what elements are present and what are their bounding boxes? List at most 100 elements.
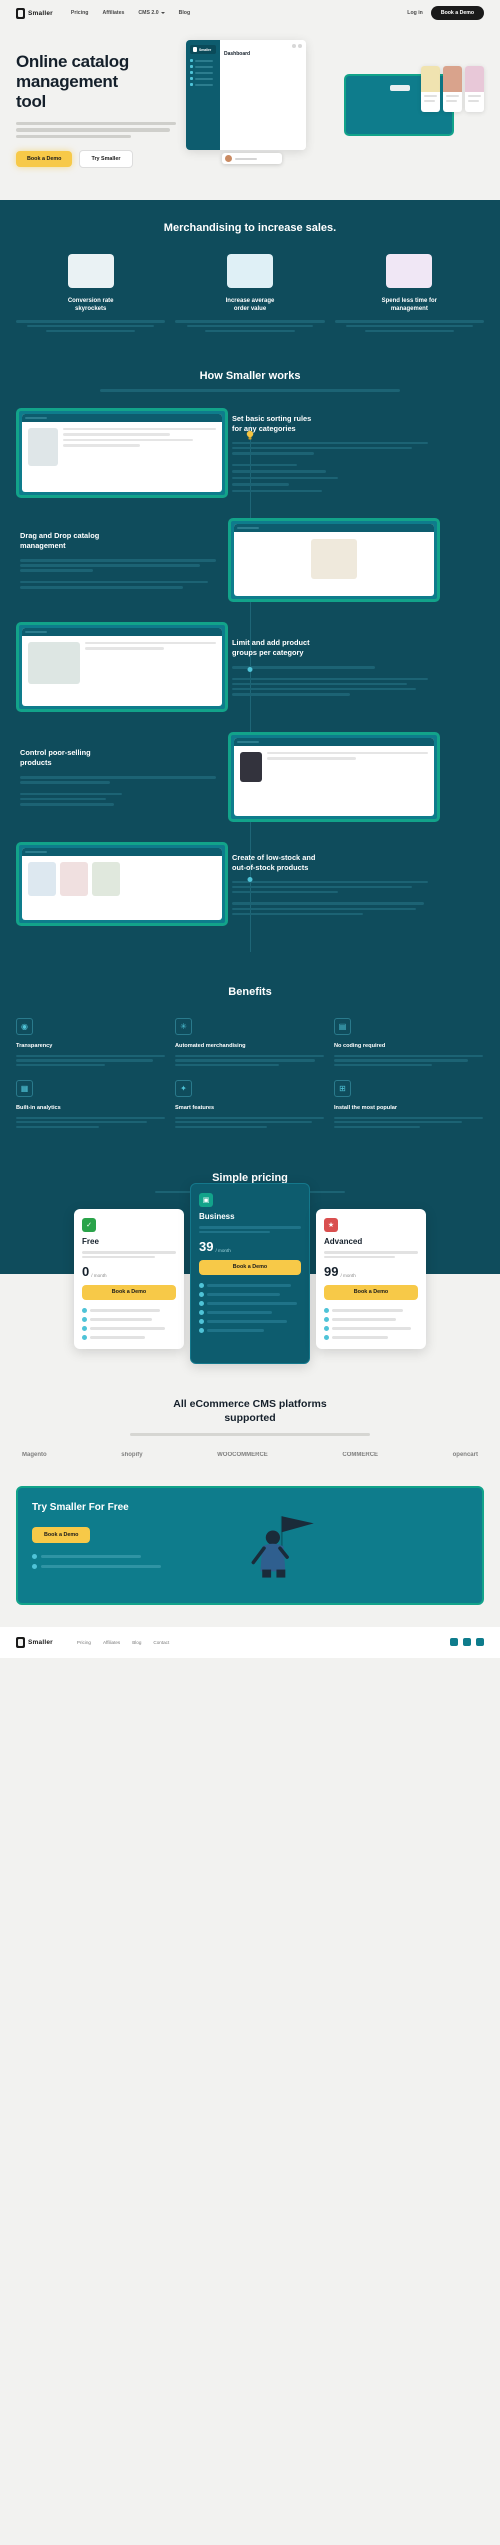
text-placeholder-line <box>195 83 213 86</box>
text-placeholder-line <box>20 569 94 572</box>
footer: Smaller Pricing Affiliates Blog Contact <box>0 1626 500 1658</box>
magento-logo: Magento <box>22 1451 47 1458</box>
benefit-card: ✳ Automated merchandising <box>174 1017 324 1066</box>
step-title: Set basic sorting rules for any categorie… <box>232 413 312 433</box>
screenshot-frame <box>16 407 228 498</box>
nav-dot-icon <box>190 83 193 86</box>
text-placeholder-line <box>237 526 259 529</box>
text-placeholder-line <box>232 476 339 480</box>
nav-link-blog[interactable]: Blog <box>179 10 191 16</box>
linkedin-icon[interactable] <box>450 1638 458 1647</box>
text-placeholder-line <box>235 157 257 160</box>
footer-brand-name: Smaller <box>28 1638 53 1646</box>
nav-link-pricing[interactable]: Pricing <box>71 10 89 16</box>
cta-book-demo-button[interactable]: Book a Demo <box>32 1526 91 1543</box>
step-title: Create of low-stock and out-of-stock prod… <box>232 852 316 872</box>
screenshot-body <box>22 636 222 690</box>
how-it-works-section: How Smaller works Set basic sorting rule… <box>0 362 500 976</box>
text-placeholder-line <box>232 452 314 455</box>
benefit-description <box>174 1054 324 1066</box>
plan-price: 39/ month <box>199 1240 301 1253</box>
footer-link-blog[interactable]: Blog <box>132 1640 141 1645</box>
plug-icon: ⊞ <box>333 1079 351 1097</box>
text-placeholder-line <box>16 134 132 138</box>
text-placeholder-line <box>90 1309 160 1312</box>
text-placeholder-line <box>85 641 216 645</box>
mockup-user-card <box>222 153 282 164</box>
facebook-icon[interactable] <box>463 1638 471 1647</box>
twitter-icon[interactable] <box>476 1638 484 1647</box>
check-icon <box>199 1327 204 1333</box>
nav-link-affiliates[interactable]: Affiliates <box>102 10 124 16</box>
text-placeholder-line <box>16 1116 165 1120</box>
plan-cta-button[interactable]: Book a Demo <box>324 1284 418 1300</box>
text-placeholder-line <box>186 325 314 328</box>
text-placeholder-line <box>267 751 428 755</box>
brand-logo[interactable]: Smaller <box>16 7 53 19</box>
text-placeholder-line <box>63 427 216 431</box>
text-placeholder-line <box>90 1327 166 1330</box>
text-placeholder-line <box>232 693 351 696</box>
book-demo-button[interactable]: Book a Demo <box>430 6 484 20</box>
plan-cta-button[interactable]: Book a Demo <box>82 1284 176 1300</box>
text-placeholder-line <box>332 1336 389 1339</box>
check-icon <box>82 1325 87 1331</box>
pricing-heading: Simple pricing <box>212 1171 288 1184</box>
hero-try-smaller-button[interactable]: Try Smaller <box>79 149 133 168</box>
nav-dot-icon <box>190 65 193 68</box>
plan-price: 0/ month <box>82 1265 176 1278</box>
footer-link-affiliates[interactable]: Affiliates <box>103 1640 120 1645</box>
advanced-plan-icon: ★ <box>324 1218 338 1233</box>
footer-link-contact[interactable]: Contact <box>153 1640 169 1645</box>
check-icon <box>82 1334 87 1340</box>
footer-brand[interactable]: Smaller <box>16 1636 53 1648</box>
check-icon <box>199 1291 204 1297</box>
step-screenshot <box>16 407 228 498</box>
hero-title-line2: management <box>16 72 118 92</box>
how-it-works-heading: How Smaller works <box>199 370 301 383</box>
text-placeholder-line <box>364 329 455 333</box>
plan-price-value: 99 <box>324 1263 339 1279</box>
hero-title-highlight: tool <box>14 92 48 112</box>
hero-book-demo-button[interactable]: Book a Demo <box>16 150 73 167</box>
product-image <box>28 641 80 684</box>
plan-feature-item <box>82 1325 176 1331</box>
text-placeholder-line <box>199 1226 301 1229</box>
benefit-title: Smart features <box>174 1104 215 1111</box>
text-placeholder-line <box>267 757 356 760</box>
product-image <box>443 66 462 92</box>
avatar <box>298 44 302 48</box>
step-screenshot <box>228 517 440 602</box>
landing-page: Smaller Pricing Affiliates CMS 2.0 Blog … <box>0 0 500 1658</box>
cta-banner: Try Smaller For Free Book a Demo <box>16 1485 484 1605</box>
plan-cta-button[interactable]: Book a Demo <box>199 1259 301 1275</box>
text-placeholder-line <box>232 666 375 669</box>
product-image <box>60 861 88 896</box>
step-row: Set basic sorting rules for any categorie… <box>16 407 484 498</box>
text-placeholder-line <box>324 1255 396 1258</box>
step-bullets <box>232 677 436 696</box>
benefit-description <box>333 1116 483 1128</box>
feature-card: Increase average order value <box>175 254 325 333</box>
product-image <box>240 751 262 782</box>
footer-link-pricing[interactable]: Pricing <box>77 1640 91 1645</box>
login-link[interactable]: Log in <box>407 10 423 16</box>
code-icon: ▤ <box>333 1017 351 1035</box>
nav-link-cms[interactable]: CMS 2.0 <box>138 10 165 16</box>
step-row: Drag and Drop catalog management <box>16 517 484 602</box>
text-placeholder-line <box>205 329 295 333</box>
text-placeholder-line <box>232 470 326 473</box>
text-placeholder-line <box>332 1309 404 1312</box>
screenshot-titlebar <box>22 847 222 856</box>
check-icon <box>324 1316 329 1322</box>
gear-icon: ✳ <box>174 1017 192 1035</box>
text-placeholder-line <box>333 1059 469 1062</box>
benefit-card: ▦ Built-in analytics <box>16 1079 165 1128</box>
check-icon <box>199 1282 204 1288</box>
text-placeholder-line <box>207 1284 291 1287</box>
step-description <box>232 441 436 455</box>
text-placeholder-line <box>25 850 47 853</box>
product-card <box>443 66 462 112</box>
plan-price: 99/ month <box>324 1265 418 1278</box>
text-placeholder-line <box>41 1555 141 1558</box>
